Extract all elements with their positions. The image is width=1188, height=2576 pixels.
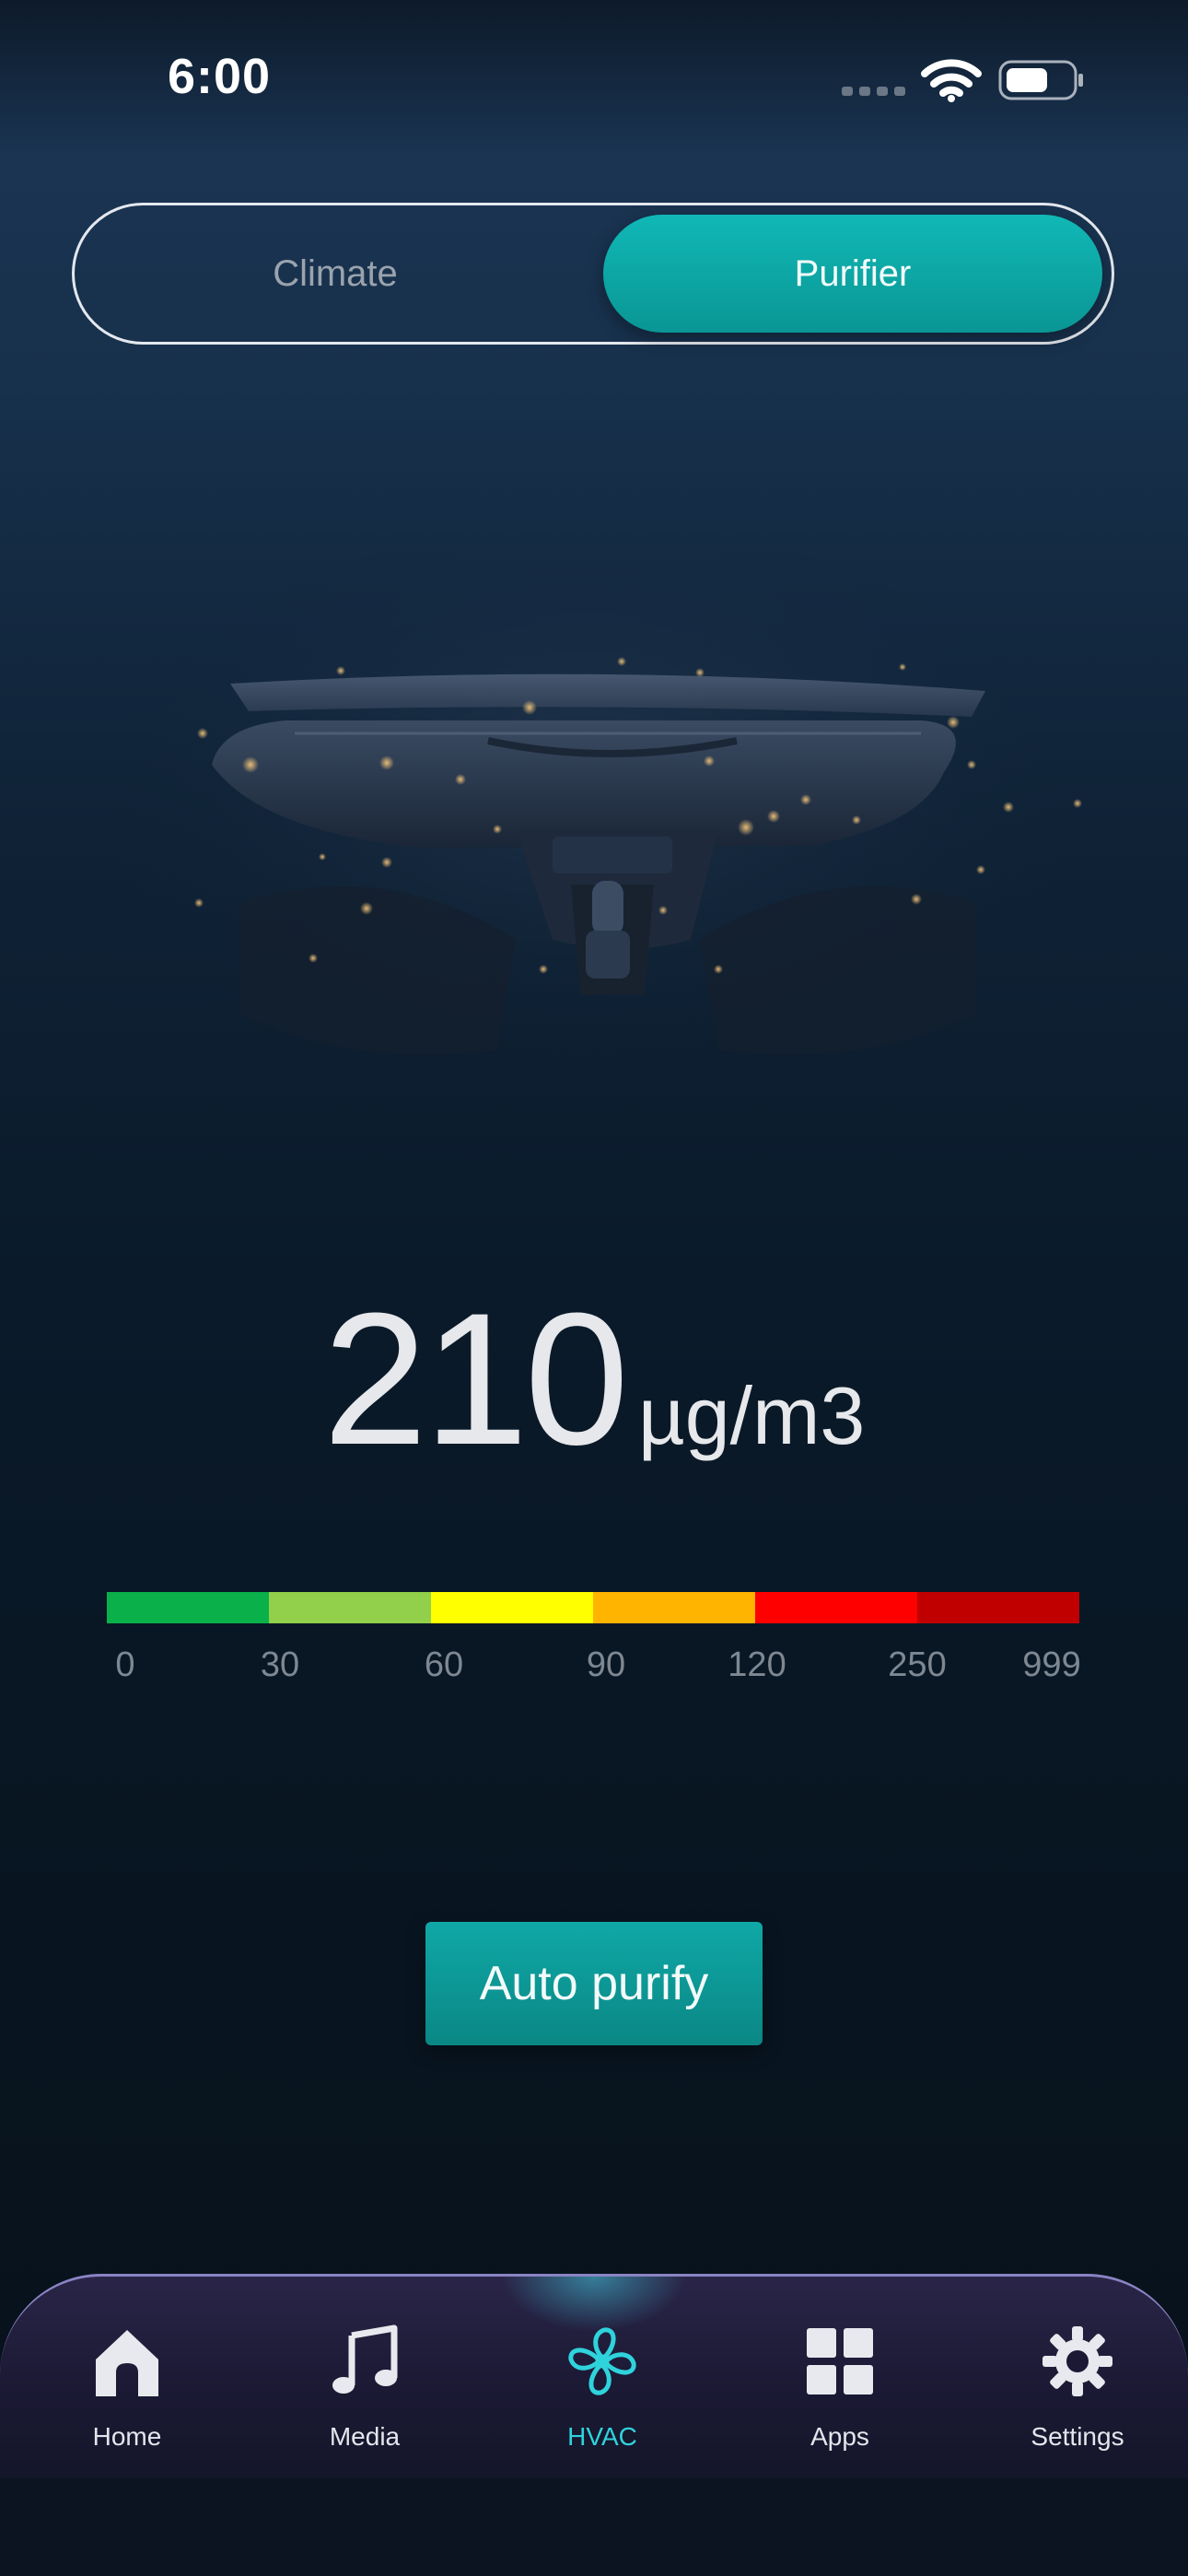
cellular-signal-icon xyxy=(842,87,905,96)
scale-segment xyxy=(431,1592,593,1623)
scale-label: 60 xyxy=(424,1645,464,1684)
nav-label-home: Home xyxy=(92,2422,162,2451)
apps-grid-icon xyxy=(807,2328,873,2395)
scale-label: 250 xyxy=(888,1645,947,1684)
nav-item-settings[interactable]: Settings xyxy=(976,2277,1179,2478)
scale-segment xyxy=(917,1592,1079,1623)
status-bar: 6:00 xyxy=(0,0,1188,157)
mode-toggle: Climate Purifier xyxy=(72,203,1114,345)
nav-item-apps[interactable]: Apps xyxy=(739,2277,941,2478)
nav-item-home[interactable]: Home xyxy=(26,2277,228,2478)
scale-label: 999 xyxy=(1022,1645,1081,1684)
battery-icon xyxy=(998,60,1083,100)
car-cabin-illustration xyxy=(111,553,1082,1078)
scale-segment xyxy=(755,1592,917,1623)
tab-purifier[interactable]: Purifier xyxy=(603,215,1102,333)
nav-label-settings: Settings xyxy=(1031,2422,1124,2451)
scale-label: 120 xyxy=(728,1645,786,1684)
nav-item-media[interactable]: Media xyxy=(263,2277,466,2478)
wifi-icon xyxy=(921,59,982,102)
auto-purify-button[interactable]: Auto purify xyxy=(425,1922,763,2045)
home-indicator-area xyxy=(0,2478,1188,2576)
fan-icon xyxy=(568,2327,636,2395)
scale-label: 0 xyxy=(115,1645,135,1684)
air-quality-scale-labels: 0 30 60 90 120 250 999 xyxy=(0,1645,1188,1692)
scale-segment xyxy=(269,1592,431,1623)
scale-segment xyxy=(593,1592,755,1623)
scale-label: 90 xyxy=(586,1645,626,1684)
bottom-nav: Home Media HVAC Apps Settings xyxy=(0,2274,1188,2478)
nav-label-apps: Apps xyxy=(810,2422,869,2451)
tab-climate[interactable]: Climate xyxy=(84,215,587,333)
air-quality-scale xyxy=(107,1592,1079,1623)
pm25-reading: 210 µg/m3 xyxy=(0,1271,1188,1484)
gear-icon xyxy=(1042,2326,1112,2396)
nav-label-media: Media xyxy=(329,2422,401,2451)
status-time: 6:00 xyxy=(168,49,272,104)
reading-unit: µg/m3 xyxy=(638,1370,866,1461)
music-note-icon xyxy=(332,2324,398,2394)
scale-label: 30 xyxy=(260,1645,300,1684)
home-icon xyxy=(96,2330,158,2396)
nav-item-hvac[interactable]: HVAC xyxy=(501,2277,704,2478)
reading-value: 210 xyxy=(322,1274,629,1484)
nav-label-hvac: HVAC xyxy=(567,2422,637,2451)
scale-segment xyxy=(107,1592,269,1623)
